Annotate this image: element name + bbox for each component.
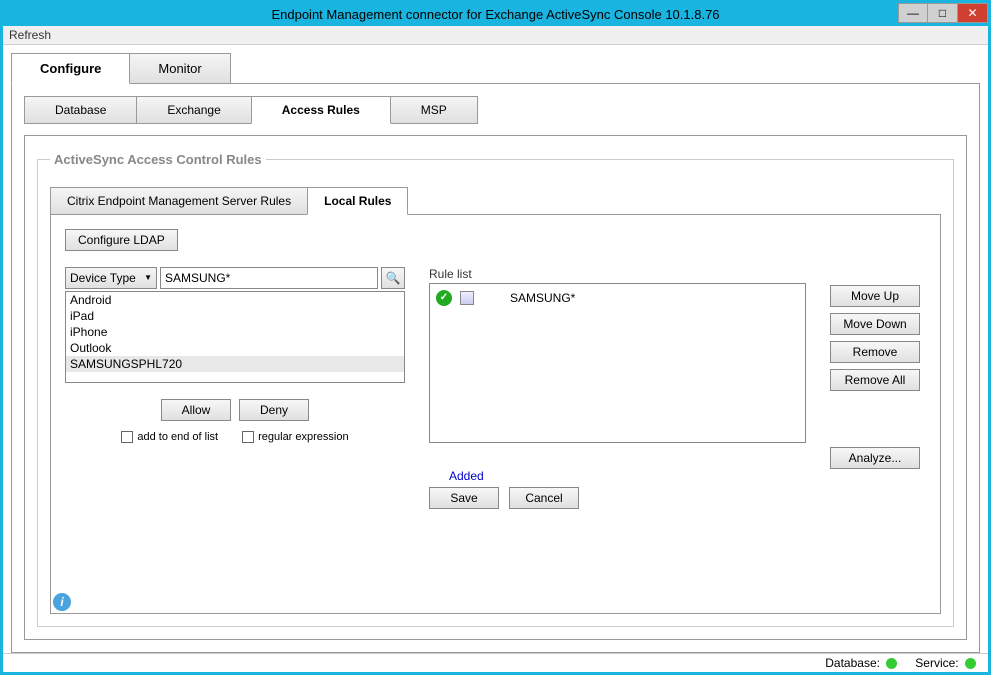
move-up-button[interactable]: Move Up: [830, 285, 920, 307]
rule-row[interactable]: ✓ SAMSUNG*: [434, 288, 801, 308]
list-item[interactable]: SAMSUNGSPHL720: [66, 356, 404, 372]
search-icon: 🔍: [386, 271, 401, 285]
refresh-menu[interactable]: Refresh: [9, 28, 51, 42]
filter-dropdown-label: Device Type: [70, 271, 136, 285]
checkbox-icon: [242, 431, 254, 443]
chevron-down-icon: ▼: [144, 273, 152, 282]
statusbar: Database: Service:: [3, 653, 988, 672]
window-title: Endpoint Management connector for Exchan…: [3, 7, 988, 22]
filter-dropdown[interactable]: Device Type ▼: [65, 267, 157, 289]
regex-label: regular expression: [258, 431, 349, 443]
add-end-checkbox[interactable]: add to end of list: [121, 431, 218, 443]
close-button[interactable]: ✕: [958, 3, 988, 23]
group-legend: ActiveSync Access Control Rules: [50, 152, 266, 167]
list-item[interactable]: iPad: [66, 308, 404, 324]
subtab-access-rules[interactable]: Access Rules: [251, 96, 391, 124]
innertab-server-rules[interactable]: Citrix Endpoint Management Server Rules: [50, 187, 308, 215]
regex-checkbox[interactable]: regular expression: [242, 431, 349, 443]
status-service-label: Service:: [915, 656, 958, 670]
cancel-button[interactable]: Cancel: [509, 487, 579, 509]
subtab-msp[interactable]: MSP: [390, 96, 478, 124]
list-item[interactable]: Outlook: [66, 340, 404, 356]
status-database-dot: [886, 658, 897, 669]
minimize-button[interactable]: —: [898, 3, 928, 23]
device-icon: [460, 291, 474, 305]
status-service-dot: [965, 658, 976, 669]
search-button[interactable]: 🔍: [381, 267, 405, 289]
move-down-button[interactable]: Move Down: [830, 313, 920, 335]
filter-input[interactable]: [160, 267, 378, 289]
analyze-button[interactable]: Analyze...: [830, 447, 920, 469]
titlebar: Endpoint Management connector for Exchan…: [3, 3, 988, 26]
list-item[interactable]: iPhone: [66, 324, 404, 340]
list-item[interactable]: Android: [66, 292, 404, 308]
status-database-label: Database:: [825, 656, 880, 670]
maximize-button[interactable]: □: [928, 3, 958, 23]
save-button[interactable]: Save: [429, 487, 499, 509]
rule-list-label: Rule list: [429, 267, 806, 281]
access-control-group: ActiveSync Access Control Rules Citrix E…: [37, 152, 954, 627]
allow-button[interactable]: Allow: [161, 399, 231, 421]
configure-ldap-button[interactable]: Configure LDAP: [65, 229, 178, 251]
add-end-label: add to end of list: [137, 431, 218, 443]
remove-button[interactable]: Remove: [830, 341, 920, 363]
rule-text: SAMSUNG*: [510, 291, 575, 305]
subtab-database[interactable]: Database: [24, 96, 137, 124]
subtab-exchange[interactable]: Exchange: [136, 96, 251, 124]
checkbox-icon: [121, 431, 133, 443]
tab-monitor[interactable]: Monitor: [129, 53, 230, 84]
deny-button[interactable]: Deny: [239, 399, 309, 421]
tab-configure[interactable]: Configure: [11, 53, 130, 84]
innertab-local-rules[interactable]: Local Rules: [307, 187, 408, 215]
rule-list[interactable]: ✓ SAMSUNG*: [429, 283, 806, 443]
remove-all-button[interactable]: Remove All: [830, 369, 920, 391]
allow-status-icon: ✓: [436, 290, 452, 306]
device-listbox[interactable]: Android iPad iPhone Outlook SAMSUNGSPHL7…: [65, 291, 405, 383]
info-icon[interactable]: i: [53, 593, 71, 611]
menubar: Refresh: [3, 26, 988, 45]
status-message: Added: [449, 469, 806, 483]
